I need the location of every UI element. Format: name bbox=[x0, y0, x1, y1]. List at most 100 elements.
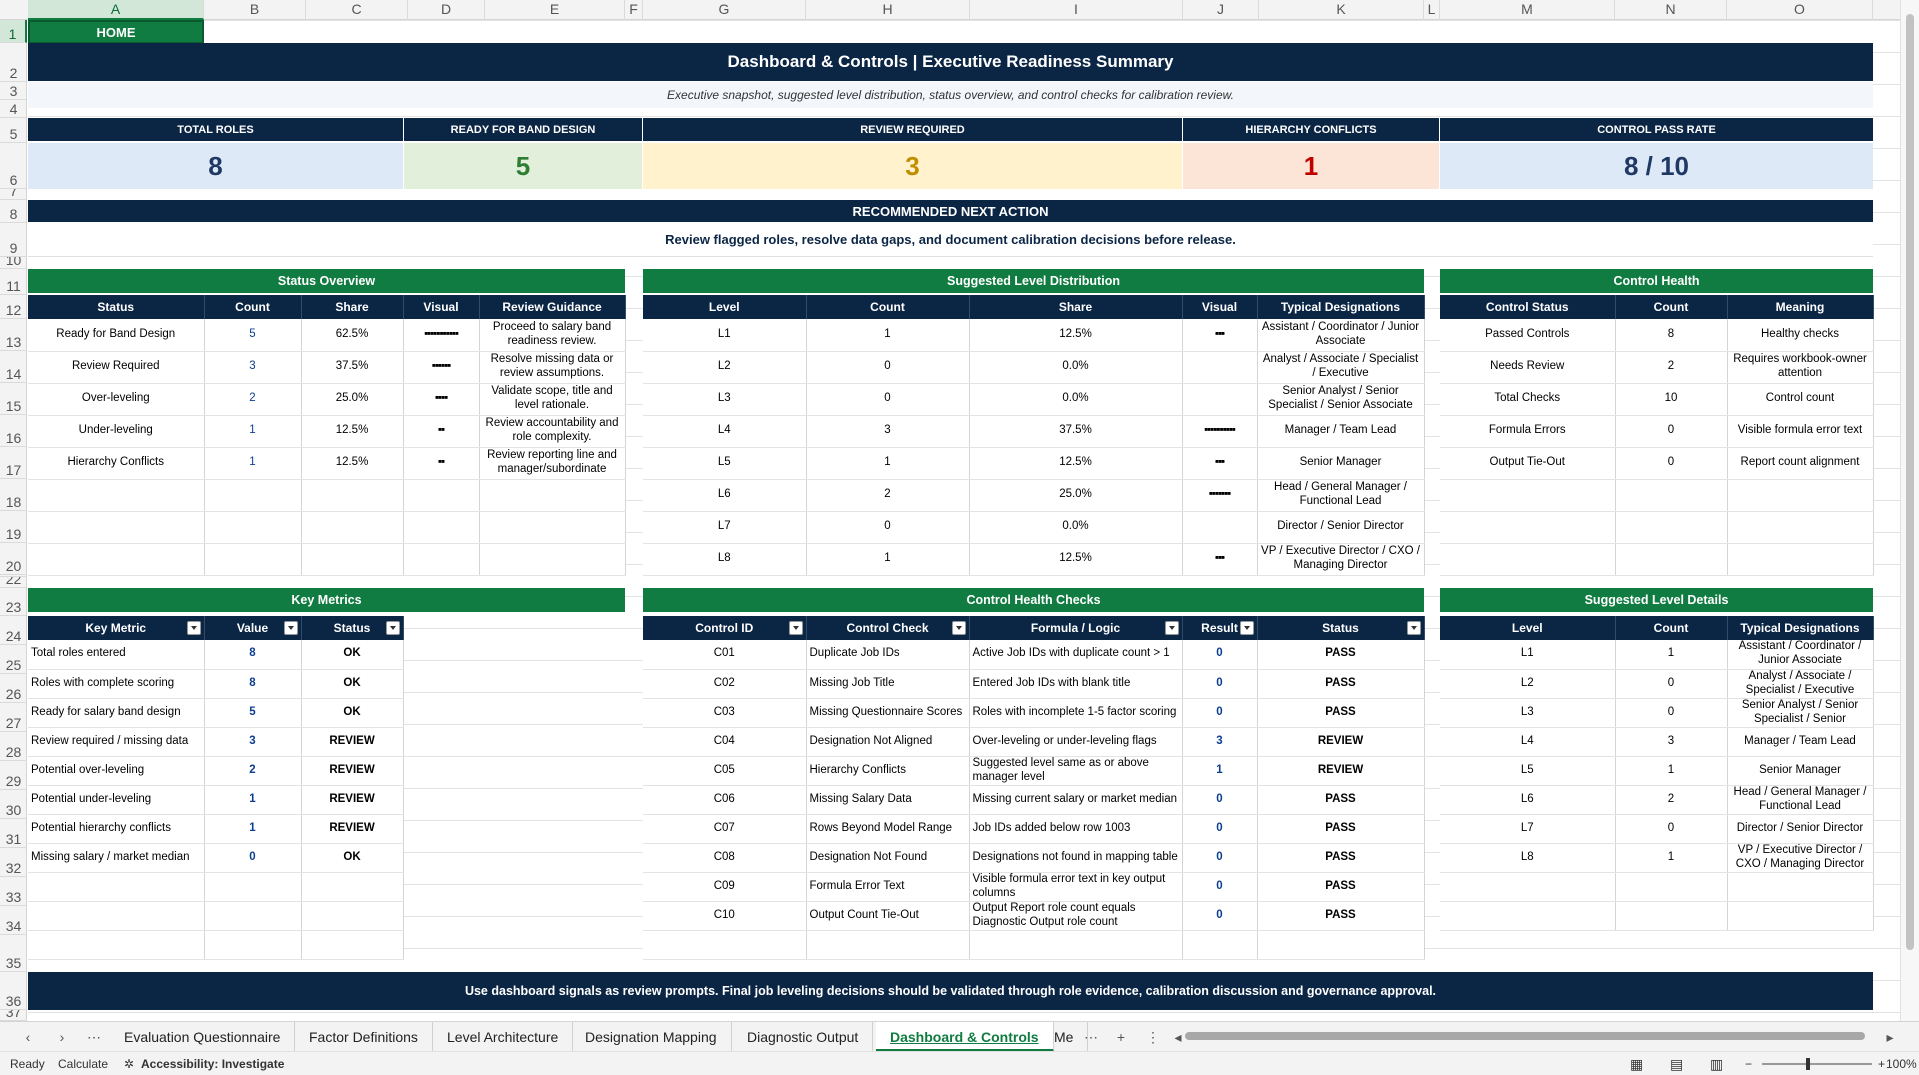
cell-share[interactable]: 25.0% bbox=[969, 479, 1183, 512]
cell-check[interactable]: Output Count Tie-Out bbox=[806, 901, 970, 931]
empty-cell[interactable] bbox=[204, 479, 302, 512]
empty-cell[interactable] bbox=[1615, 901, 1728, 931]
cell-status[interactable]: PASS bbox=[1257, 843, 1425, 873]
row-header-29[interactable]: 29 bbox=[0, 761, 27, 790]
cell-count[interactable]: 0 bbox=[806, 383, 970, 416]
cell-status[interactable]: Passed Controls bbox=[1440, 319, 1616, 352]
vertical-scrollbar[interactable] bbox=[1900, 0, 1919, 1021]
home-button[interactable]: HOME bbox=[28, 20, 204, 44]
cell-result[interactable]: 0 bbox=[1182, 785, 1258, 815]
cell-level[interactable]: L7 bbox=[1440, 814, 1616, 844]
column-header[interactable]: Result bbox=[1182, 616, 1258, 640]
empty-cell[interactable] bbox=[969, 930, 1183, 960]
cell-status[interactable]: Over-leveling bbox=[28, 383, 205, 416]
column-header[interactable]: Value bbox=[204, 616, 302, 640]
sheet-tab[interactable]: Designation Mapping bbox=[571, 1022, 732, 1052]
empty-cell[interactable] bbox=[204, 930, 302, 960]
row-header-37[interactable]: 37 bbox=[0, 1010, 27, 1021]
cell-count[interactable]: 3 bbox=[806, 415, 970, 448]
filter-dropdown-icon[interactable] bbox=[951, 621, 966, 635]
empty-cell[interactable] bbox=[301, 872, 404, 902]
cell-share[interactable]: 62.5% bbox=[301, 319, 404, 352]
cell-status[interactable]: REVIEW bbox=[1257, 727, 1425, 757]
cell-share[interactable]: 12.5% bbox=[969, 319, 1183, 352]
cell-count[interactable]: 1 bbox=[204, 415, 302, 448]
cell-visual[interactable] bbox=[1182, 511, 1258, 544]
cell-status[interactable]: REVIEW bbox=[301, 756, 404, 786]
cell-level[interactable]: L4 bbox=[1440, 727, 1616, 757]
empty-cell[interactable] bbox=[301, 543, 404, 576]
cell-metric[interactable]: Missing salary / market median bbox=[28, 843, 205, 873]
cell-level[interactable]: L5 bbox=[1440, 756, 1616, 786]
column-header-c[interactable]: C bbox=[306, 0, 408, 20]
row-header-1[interactable]: 1 bbox=[0, 20, 27, 43]
cell-share[interactable]: 12.5% bbox=[301, 415, 404, 448]
tab-overflow-icon[interactable]: ⋯ bbox=[1079, 1022, 1103, 1052]
row-header-14[interactable]: 14 bbox=[0, 351, 27, 383]
cell-count[interactable]: 0 bbox=[806, 351, 970, 384]
cell-designations[interactable]: Manager / Team Lead bbox=[1257, 415, 1425, 448]
empty-cell[interactable] bbox=[28, 511, 205, 544]
status-calculate[interactable]: Calculate bbox=[58, 1052, 108, 1075]
cell-status[interactable]: PASS bbox=[1257, 901, 1425, 931]
zoom-level[interactable]: 100% bbox=[1886, 1052, 1917, 1075]
cell-status[interactable]: PASS bbox=[1257, 872, 1425, 902]
tab-next-icon[interactable]: › bbox=[50, 1022, 74, 1052]
cell-visual[interactable]: ▪▪▪▪▪▪▪ bbox=[1182, 479, 1258, 512]
filter-dropdown-icon[interactable] bbox=[385, 621, 400, 635]
row-header-30[interactable]: 30 bbox=[0, 790, 27, 819]
empty-cell[interactable] bbox=[204, 872, 302, 902]
cell-meaning[interactable]: Report count alignment bbox=[1727, 447, 1874, 480]
empty-cell[interactable] bbox=[28, 543, 205, 576]
cell-visual[interactable]: ▪▪▪ bbox=[1182, 447, 1258, 480]
cell-count[interactable]: 2 bbox=[1615, 785, 1728, 815]
cell-status[interactable]: REVIEW bbox=[301, 814, 404, 844]
cell-metric[interactable]: Potential hierarchy conflicts bbox=[28, 814, 205, 844]
cell-result[interactable]: 0 bbox=[1182, 843, 1258, 873]
cell-count[interactable]: 3 bbox=[204, 351, 302, 384]
cell-result[interactable]: 0 bbox=[1182, 640, 1258, 670]
cell-count[interactable]: 2 bbox=[1615, 351, 1728, 384]
cell-count[interactable]: 3 bbox=[1615, 727, 1728, 757]
cell-share[interactable]: 0.0% bbox=[969, 351, 1183, 384]
empty-cell[interactable] bbox=[204, 543, 302, 576]
cell-result[interactable]: 0 bbox=[1182, 698, 1258, 728]
column-header[interactable]: Key Metric bbox=[28, 616, 205, 640]
cell-level[interactable]: L4 bbox=[643, 415, 807, 448]
cell-visual[interactable]: ▪▪▪ bbox=[1182, 543, 1258, 576]
cell-status[interactable]: PASS bbox=[1257, 669, 1425, 699]
cell-count[interactable]: 0 bbox=[1615, 814, 1728, 844]
filter-dropdown-icon[interactable] bbox=[1164, 621, 1179, 635]
accessibility-icon[interactable]: ✲ bbox=[124, 1052, 134, 1075]
empty-cell[interactable] bbox=[643, 930, 807, 960]
normal-view-icon[interactable]: ▦ bbox=[1630, 1052, 1643, 1075]
horizontal-scrollbar[interactable] bbox=[1185, 1031, 1865, 1041]
column-header-j[interactable]: J bbox=[1183, 0, 1259, 20]
row-header-27[interactable]: 27 bbox=[0, 703, 27, 732]
cell-status[interactable]: OK bbox=[301, 698, 404, 728]
cell-count[interactable]: 5 bbox=[204, 319, 302, 352]
row-header-19[interactable]: 19 bbox=[0, 511, 27, 543]
cell-status[interactable]: Under-leveling bbox=[28, 415, 205, 448]
row-header-26[interactable]: 26 bbox=[0, 674, 27, 703]
cell-metric[interactable]: Total roles entered bbox=[28, 640, 205, 670]
cell-guidance[interactable]: Resolve missing data or review assumptio… bbox=[479, 351, 626, 384]
row-header-7[interactable]: 7 bbox=[0, 189, 27, 200]
hscroll-thumb[interactable] bbox=[1185, 1032, 1865, 1040]
cell-guidance[interactable]: Review reporting line and manager/subord… bbox=[479, 447, 626, 480]
zoom-out-icon[interactable]: − bbox=[1745, 1052, 1752, 1075]
row-header-20[interactable]: 20 bbox=[0, 543, 27, 575]
cell-share[interactable]: 12.5% bbox=[969, 543, 1183, 576]
column-header[interactable]: Status bbox=[1257, 616, 1425, 640]
cell-designations[interactable]: Head / General Manager / Functional Lead bbox=[1257, 479, 1425, 512]
column-header-e[interactable]: E bbox=[485, 0, 625, 20]
cell-level[interactable]: L7 bbox=[643, 511, 807, 544]
cell-check[interactable]: Missing Questionnaire Scores bbox=[806, 698, 970, 728]
empty-cell[interactable] bbox=[1615, 543, 1728, 576]
row-header-16[interactable]: 16 bbox=[0, 415, 27, 447]
cell-status[interactable]: OK bbox=[301, 640, 404, 670]
cell-logic[interactable]: Entered Job IDs with blank title bbox=[969, 669, 1183, 699]
cell-status[interactable]: OK bbox=[301, 843, 404, 873]
column-header[interactable]: Formula / Logic bbox=[969, 616, 1183, 640]
cell-level[interactable]: L2 bbox=[643, 351, 807, 384]
